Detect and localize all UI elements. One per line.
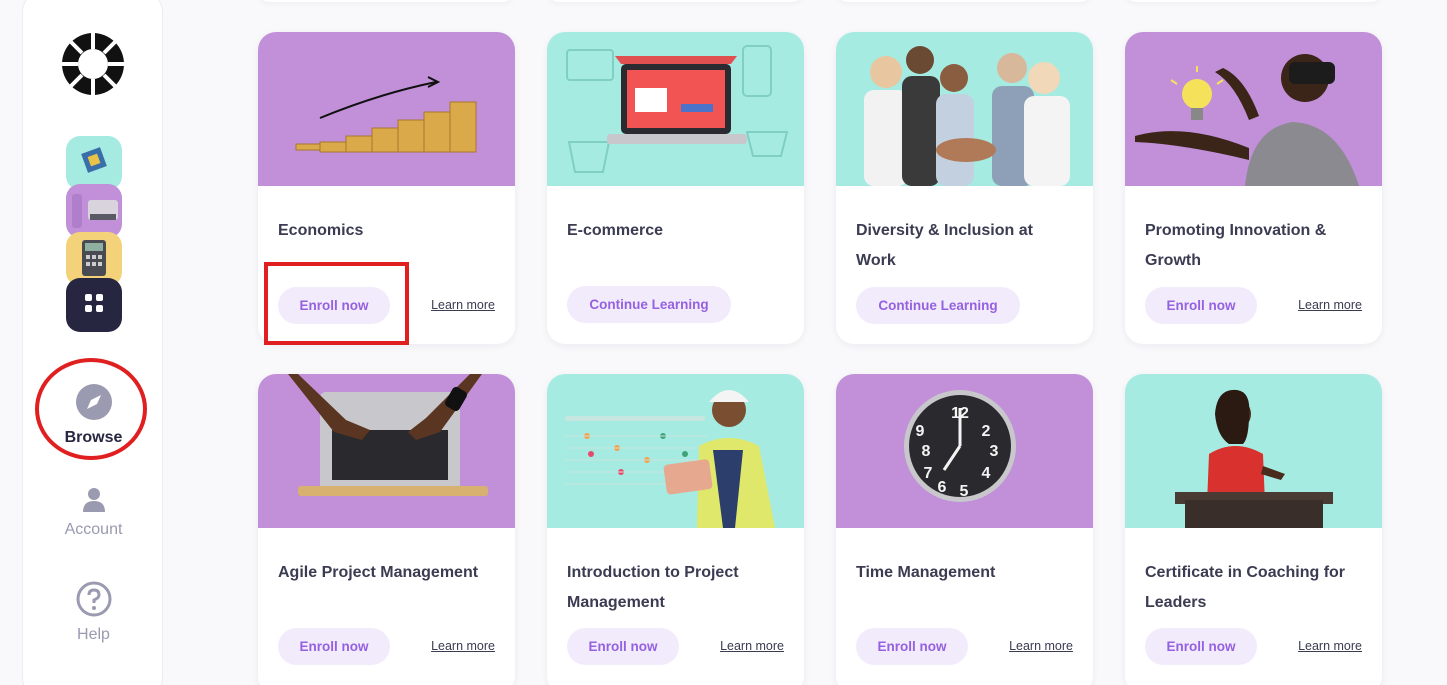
nav-account-label: Account [64, 521, 123, 538]
enroll-button[interactable]: Enroll now [1145, 628, 1257, 665]
typing-laptop-image [258, 374, 515, 528]
continue-learning-button[interactable]: Continue Learning [856, 287, 1020, 324]
team-hands-image [836, 32, 1093, 186]
svg-text:6: 6 [938, 479, 947, 496]
svg-text:3: 3 [990, 443, 999, 460]
partial-card-top [836, 0, 1092, 2]
coin-stacks-image [258, 32, 515, 186]
speaker-podium-image [1125, 374, 1382, 528]
vr-headset-image [1125, 32, 1382, 186]
course-card-agile[interactable]: Agile Project Management Enroll now Lear… [258, 374, 515, 685]
course-card-innovation[interactable]: Promoting Innovation & Growth Enroll now… [1125, 32, 1382, 344]
highlight-circle [35, 358, 147, 460]
grid-icon [82, 291, 106, 320]
svg-text:9: 9 [916, 423, 925, 440]
grid-button[interactable] [66, 278, 122, 332]
partial-card-top [1125, 0, 1382, 2]
enroll-button[interactable]: Enroll now [1145, 287, 1257, 324]
course-card-time-management[interactable]: 1223456789 Time Management Enroll now Le… [836, 374, 1093, 685]
circuit-thumb[interactable] [66, 136, 122, 190]
nav-account[interactable]: Account [23, 486, 164, 539]
engineer-tablet-image [547, 374, 804, 528]
course-title: Diversity & Inclusion at Work [856, 222, 1033, 269]
svg-text:4: 4 [982, 465, 991, 482]
course-card-diversity[interactable]: Diversity & Inclusion at Work Continue L… [836, 32, 1093, 344]
learn-more-link[interactable]: Learn more [720, 639, 784, 653]
course-title: Promoting Innovation & Growth [1145, 222, 1327, 269]
course-title: Time Management [856, 564, 996, 581]
course-card-coaching-leaders[interactable]: Certificate in Coaching for Leaders Enro… [1125, 374, 1382, 685]
learn-more-link[interactable]: Learn more [431, 639, 495, 653]
svg-text:5: 5 [960, 483, 969, 500]
course-title: Economics [278, 222, 364, 239]
learn-more-link[interactable]: Learn more [1298, 639, 1362, 653]
learn-more-link[interactable]: Learn more [1298, 298, 1362, 312]
user-icon [81, 488, 107, 516]
continue-learning-button[interactable]: Continue Learning [567, 286, 731, 323]
course-title: Introduction to Project Management [567, 564, 739, 611]
enroll-button[interactable]: Enroll now [278, 628, 390, 665]
enroll-button[interactable]: Enroll now [567, 628, 679, 665]
enroll-button[interactable]: Enroll now [856, 628, 968, 665]
laptop-shop-image [547, 32, 804, 186]
course-title: Agile Project Management [278, 564, 479, 581]
learn-more-link[interactable]: Learn more [1009, 639, 1073, 653]
learn-more-link[interactable]: Learn more [431, 298, 495, 312]
course-card-intro-project-management[interactable]: Introduction to Project Management Enrol… [547, 374, 804, 685]
partial-card-top [258, 0, 514, 2]
nav-help-label: Help [77, 626, 110, 643]
svg-text:7: 7 [924, 465, 933, 482]
question-icon [76, 581, 112, 621]
highlight-rectangle [264, 262, 409, 345]
course-card-e-commerce[interactable]: E-commerce Continue Learning [547, 32, 804, 344]
wall-clock-image: 1223456789 [836, 374, 1093, 528]
nav-help[interactable]: Help [23, 581, 164, 644]
svg-text:8: 8 [922, 443, 931, 460]
course-title: Certificate in Coaching for Leaders [1145, 564, 1346, 611]
typewriter-thumb[interactable] [66, 184, 122, 238]
sidebar: Browse Account Help [22, 0, 163, 685]
course-title: E-commerce [567, 222, 664, 239]
partial-card-top [547, 0, 803, 2]
svg-text:2: 2 [982, 423, 991, 440]
sunburst-logo[interactable] [60, 31, 126, 97]
